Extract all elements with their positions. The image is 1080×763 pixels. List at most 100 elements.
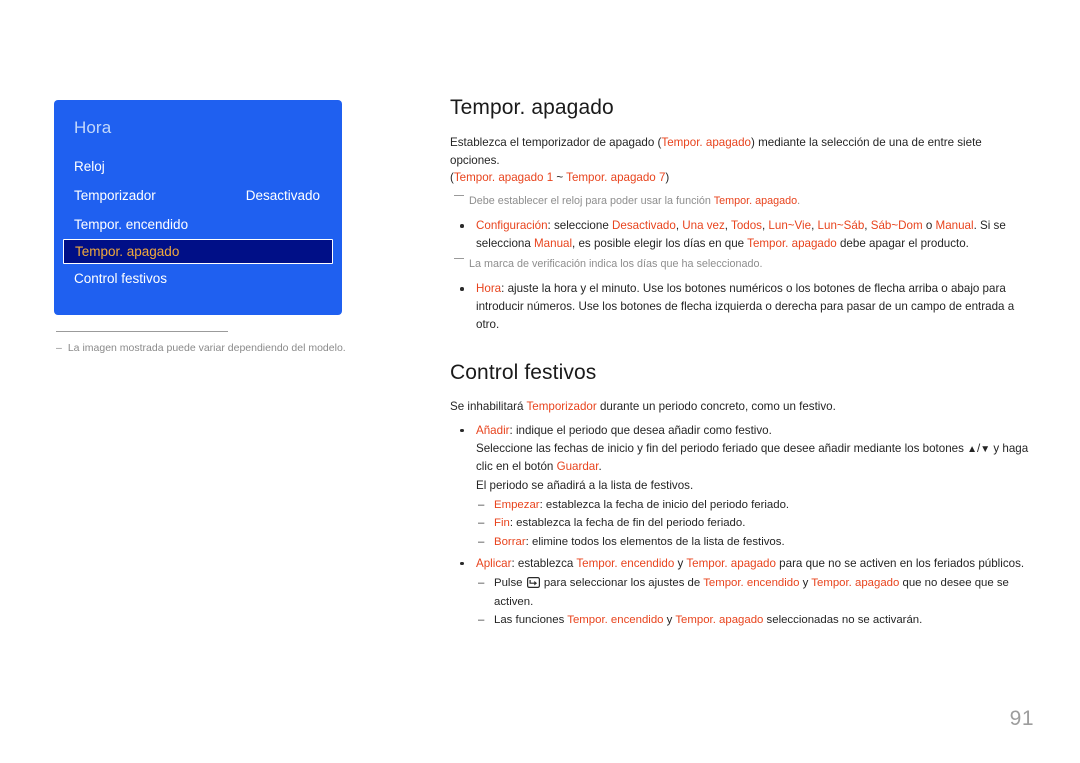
bullet-term: Añadir xyxy=(476,423,510,437)
osd-menu-item-control-festivos[interactable]: Control festivos xyxy=(54,264,342,293)
bullet-aplicar: Aplicar: establezca Tempor. encendido y … xyxy=(450,555,1030,630)
sub-bullet-pulse-enter: Pulse para seleccionar los ajustes de Te… xyxy=(476,575,1030,611)
bullet-text-part: : seleccione xyxy=(547,219,612,233)
osd-item-label: Tempor. apagado xyxy=(75,243,180,259)
option-tempor-apagado: Tempor. apagado xyxy=(686,556,776,570)
intro-text-part: ) xyxy=(665,171,670,185)
bullet-text-part: para que no se activen en los feriados p… xyxy=(775,556,1025,570)
option-manual: Manual xyxy=(935,219,974,233)
osd-menu-item-reloj[interactable]: Reloj xyxy=(54,152,342,181)
caption-text: La imagen mostrada puede variar dependie… xyxy=(67,342,346,354)
osd-caption: – La imagen mostrada puede variar depend… xyxy=(54,341,394,355)
option-tempor-apagado: Tempor. apagado xyxy=(811,577,900,590)
bullet-text-part: , es posible elegir los días en que xyxy=(572,236,748,250)
sub-bullet-empezar: Empezar: establezca la fecha de inicio d… xyxy=(476,497,1030,514)
bullet-term: Configuración xyxy=(476,219,548,233)
intro-text-part: Establezca el temporizador de apagado ( xyxy=(450,136,662,149)
intro-paragraph: Establezca el temporizador de apagado (T… xyxy=(450,134,1030,187)
osd-item-label: Control festivos xyxy=(74,271,168,286)
anadir-sub-list: Empezar: establezca la fecha de inicio d… xyxy=(476,497,1030,550)
intro-accent-term: Tempor. apagado 1 xyxy=(453,171,554,185)
note-text: Debe establecer el reloj para poder usar… xyxy=(469,193,800,209)
bullet-text: : ajuste la hora y el minuto. Use los bo… xyxy=(476,282,1015,331)
option-sab-dom: Sáb~Dom xyxy=(870,219,923,233)
arrow-up-icon: ▲ xyxy=(967,444,978,456)
aplicar-sub-list: Pulse para seleccionar los ajustes de Te… xyxy=(476,575,1030,629)
control-festivos-bullet-list: Añadir: indique el periodo que desea aña… xyxy=(450,422,1030,630)
option-lun-sab: Lun~Sáb xyxy=(817,219,865,233)
osd-menu-item-temporizador[interactable]: Temporizador Desactivado xyxy=(54,181,342,210)
note-text-part: Debe establecer el reloj para poder usar… xyxy=(469,194,714,207)
sub-text-part: seleccionadas no se activarán. xyxy=(763,614,923,627)
sub-text-part: Pulse xyxy=(494,577,526,590)
note-clock-required: ⎺ Debe establecer el reloj para poder us… xyxy=(454,193,1030,209)
note-dash-icon: ⎺ xyxy=(454,258,464,270)
option-tempor-encendido: Tempor. encendido xyxy=(567,614,664,627)
option-tempor-apagado: Tempor. apagado xyxy=(747,236,837,250)
control-festivos-intro: Se inhabilitará Temporizador durante un … xyxy=(450,398,1030,416)
intro-text-part: ~ xyxy=(553,171,567,185)
option-tempor-apagado: Tempor. apagado xyxy=(675,614,764,627)
note-text: La marca de verificación indica los días… xyxy=(469,258,763,271)
intro-accent-term: Tempor. apagado xyxy=(661,136,752,149)
note-text-part: . xyxy=(797,194,801,207)
arrow-down-icon: ▼ xyxy=(980,444,991,456)
bullet-text: : indique el periodo que desea añadir co… xyxy=(509,423,772,437)
option-tempor-encendido: Tempor. encendido xyxy=(576,556,675,570)
intro-accent-term: Temporizador xyxy=(526,400,597,414)
sub-bullet-funciones-no-activan: Las funciones Tempor. encendido y Tempor… xyxy=(476,612,1030,629)
document-body: Tempor. apagado Establezca el temporizad… xyxy=(450,96,1030,634)
configuracion-bullet-list: Configuración: seleccione Desactivado, U… xyxy=(450,217,1030,252)
bullet-text-part: : establezca xyxy=(511,556,577,570)
caption-divider xyxy=(56,331,228,332)
osd-illustration: Hora Reloj Temporizador Desactivado Temp… xyxy=(54,100,394,355)
section-title-control-festivos: Control festivos xyxy=(450,361,597,385)
caption-dash: – xyxy=(56,342,62,354)
sub-bullet-term: Empezar xyxy=(494,499,540,512)
sub-text-part: . xyxy=(598,460,602,474)
manual-page: Hora Reloj Temporizador Desactivado Temp… xyxy=(0,0,1080,763)
intro-text-part: durante un periodo concreto, como un fes… xyxy=(596,400,836,414)
sub-bullet-text: : establezca la fecha de fin del periodo… xyxy=(509,517,746,530)
osd-menu-panel: Hora Reloj Temporizador Desactivado Temp… xyxy=(54,100,342,315)
sub-text-part: y xyxy=(799,577,812,590)
sub-bullet-term: Fin xyxy=(494,517,510,530)
osd-menu-item-tempor-encendido[interactable]: Tempor. encendido xyxy=(54,210,342,239)
sub-bullet-fin: Fin: establezca la fecha de fin del peri… xyxy=(476,515,1030,532)
sub-text-part: para seleccionar los ajustes de xyxy=(540,577,704,590)
enter-key-icon xyxy=(526,577,540,594)
sub-bullet-term: Borrar xyxy=(494,535,526,548)
osd-item-label: Temporizador xyxy=(74,188,156,203)
bullet-text-part: debe apagar el producto. xyxy=(836,236,969,250)
osd-item-label: Tempor. encendido xyxy=(74,217,189,232)
bullet-term: Aplicar xyxy=(476,556,512,570)
osd-menu-list: Reloj Temporizador Desactivado Tempor. e… xyxy=(54,152,342,293)
button-guardar: Guardar xyxy=(556,460,599,474)
bullet-hora: Hora: ajuste la hora y el minuto. Use lo… xyxy=(450,280,1030,333)
page-title: Tempor. apagado xyxy=(450,96,614,119)
hora-bullet-list: Hora: ajuste la hora y el minuto. Use lo… xyxy=(450,280,1030,333)
anadir-result: El periodo se añadirá a la lista de fest… xyxy=(476,478,694,492)
osd-item-label: Reloj xyxy=(74,159,105,174)
option-una-vez: Una vez xyxy=(682,219,725,233)
osd-item-value: Desactivado xyxy=(245,188,320,203)
osd-menu-item-tempor-apagado[interactable]: Tempor. apagado xyxy=(63,239,333,264)
sub-bullet-text: : establezca la fecha de inicio del peri… xyxy=(539,499,790,512)
sub-bullet-text: : elimine todos los elementos de la list… xyxy=(525,535,785,548)
note-accent-term: Tempor. apagado xyxy=(713,194,798,207)
note-checkmark-days: ⎺ La marca de verificación indica los dí… xyxy=(454,256,1030,272)
sub-bullet-borrar: Borrar: elimine todos los elementos de l… xyxy=(476,534,1030,551)
bullet-text-part: y xyxy=(674,556,687,570)
bullet-anadir: Añadir: indique el periodo que desea aña… xyxy=(450,422,1030,551)
note-dash-icon: ⎺ xyxy=(454,194,464,206)
sub-text-part: Las funciones xyxy=(494,614,568,627)
intro-text-part: Se inhabilitará xyxy=(450,400,527,414)
option-desactivado: Desactivado xyxy=(612,219,676,233)
option-todos: Todos xyxy=(731,219,762,233)
osd-menu-title: Hora xyxy=(74,118,112,137)
option-tempor-encendido: Tempor. encendido xyxy=(703,577,800,590)
option-manual: Manual xyxy=(534,236,573,250)
intro-accent-term: Tempor. apagado 7 xyxy=(566,171,666,185)
option-lun-vie: Lun~Vie xyxy=(768,219,812,233)
bullet-configuracion: Configuración: seleccione Desactivado, U… xyxy=(450,217,1030,252)
